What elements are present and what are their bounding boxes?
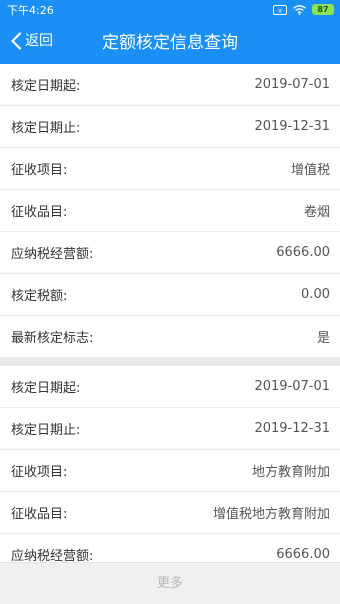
field-value: 2019-12-31 (254, 421, 330, 436)
app-header: 下午4:26 × 87 返回 定额核定信息查询 (0, 0, 340, 64)
field-value: 2019-07-01 (254, 77, 330, 92)
field-row-latest-flag: 最新核定标志: 是 (0, 316, 340, 358)
field-value: 增值税地方教育附加 (212, 507, 330, 522)
field-value: 6666.00 (276, 245, 330, 260)
wifi-icon (293, 4, 306, 15)
status-icons: × 87 (273, 4, 334, 15)
field-label: 核定税额: (11, 289, 68, 304)
sim-icon: × (273, 4, 287, 15)
field-label: 征收品目: (11, 507, 68, 522)
field-value: 地方教育附加 (251, 465, 330, 480)
load-more-button[interactable]: 更多 (0, 562, 340, 604)
field-value: 卷烟 (303, 205, 330, 220)
battery-icon: 87 (312, 4, 334, 15)
field-label: 应纳税经营额: (11, 549, 94, 562)
field-row-start-date: 核定日期起: 2019-07-01 (0, 64, 340, 106)
field-row-start-date: 核定日期起: 2019-07-01 (0, 366, 340, 408)
field-value: 2019-12-31 (254, 119, 330, 134)
record-card: 核定日期起: 2019-07-01 核定日期止: 2019-12-31 征收项目… (0, 64, 340, 358)
field-row-taxable-revenue: 应纳税经营额: 6666.00 (0, 534, 340, 562)
field-row-levy-item: 征收项目: 增值税 (0, 148, 340, 190)
field-row-levy-category: 征收品目: 增值税地方教育附加 (0, 492, 340, 534)
field-row-taxable-revenue: 应纳税经营额: 6666.00 (0, 232, 340, 274)
field-value: 0.00 (301, 287, 330, 302)
field-label: 征收品目: (11, 205, 68, 220)
field-value: 是 (316, 331, 330, 346)
field-label: 核定日期起: (11, 79, 81, 94)
nav-bar: 返回 定额核定信息查询 (0, 22, 340, 64)
field-value: 2019-07-01 (254, 379, 330, 394)
status-bar: 下午4:26 × 87 (0, 0, 340, 22)
field-value: 6666.00 (276, 547, 330, 562)
field-row-assessed-tax: 核定税额: 0.00 (0, 274, 340, 316)
field-label: 征收项目: (11, 465, 68, 480)
field-value: 增值税 (290, 163, 330, 178)
record-list[interactable]: 核定日期起: 2019-07-01 核定日期止: 2019-12-31 征收项目… (0, 64, 340, 562)
field-row-end-date: 核定日期止: 2019-12-31 (0, 408, 340, 450)
field-label: 征收项目: (11, 163, 68, 178)
status-time: 下午4:26 (7, 4, 54, 17)
field-label: 最新核定标志: (11, 331, 94, 346)
field-row-levy-category: 征收品目: 卷烟 (0, 190, 340, 232)
field-row-levy-item: 征收项目: 地方教育附加 (0, 450, 340, 492)
section-divider (0, 358, 340, 366)
field-label: 核定日期止: (11, 423, 81, 438)
field-label: 核定日期止: (11, 121, 81, 136)
field-label: 核定日期起: (11, 381, 81, 396)
field-label: 应纳税经营额: (11, 247, 94, 262)
record-card: 核定日期起: 2019-07-01 核定日期止: 2019-12-31 征收项目… (0, 366, 340, 562)
page-title: 定额核定信息查询 (102, 33, 238, 53)
field-row-end-date: 核定日期止: 2019-12-31 (0, 106, 340, 148)
